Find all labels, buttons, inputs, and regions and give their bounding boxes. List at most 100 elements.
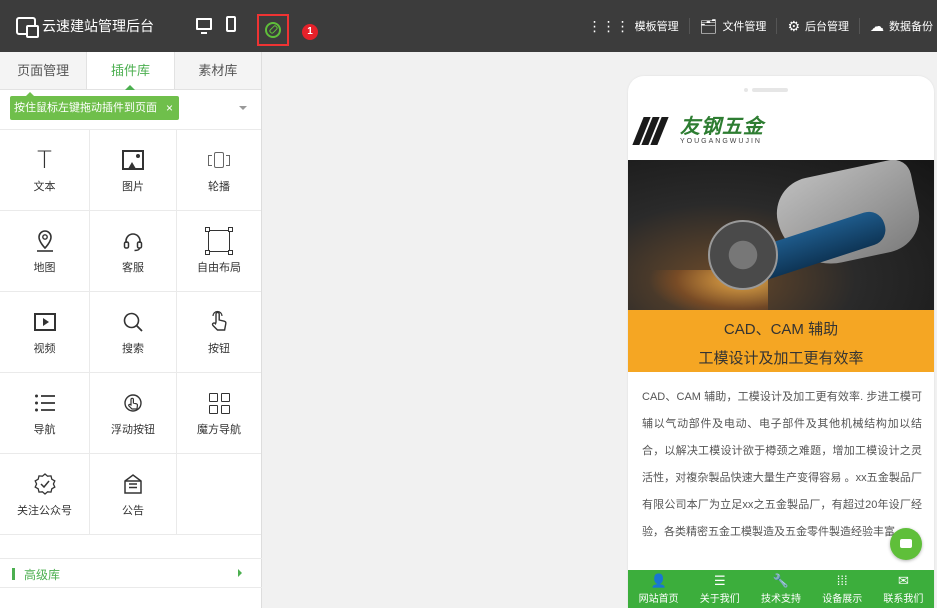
- plugin-navigation[interactable]: 导航: [0, 373, 90, 454]
- magic-nav-icon: [208, 389, 230, 417]
- plugin-filter-row: 按住鼠标左键拖动插件到页面 ×: [0, 90, 261, 130]
- tab-material-library[interactable]: 素材库: [175, 52, 261, 89]
- section-marker: [12, 568, 15, 580]
- app-brand[interactable]: 云速建站管理后台: [16, 0, 154, 52]
- headset-icon: [122, 227, 144, 255]
- free-layout-icon: [205, 227, 233, 255]
- video-icon: [33, 308, 56, 336]
- plugin-map[interactable]: 地图: [0, 211, 90, 292]
- plugin-label: 轮播: [208, 181, 230, 193]
- plugin-button[interactable]: 按钮: [177, 292, 261, 373]
- hero-image[interactable]: [628, 160, 934, 310]
- pointer-icon: [208, 308, 230, 336]
- menu-label: 后台管理: [805, 21, 849, 33]
- list-icon: ☰: [713, 573, 726, 588]
- intro-paragraph[interactable]: CAD、CAM 辅助，工模设计及加工更有效率. 步进工模可辅以气动部件及电动、电…: [642, 384, 922, 546]
- grid-icon: ⋮⋮⋮: [587, 17, 630, 34]
- plugin-label: 文本: [33, 181, 56, 193]
- menu-file-management[interactable]: 🗂 文件管理: [690, 18, 778, 34]
- menu-label: 文件管理: [722, 21, 767, 33]
- plugin-free-layout[interactable]: 自由布局: [177, 211, 261, 292]
- menu-backend-management[interactable]: ⚙ 后台管理: [777, 18, 860, 34]
- site-logo-text: 友钢五金 YOUGANGWUJIN: [680, 116, 764, 145]
- nav-label: 设备展示: [822, 594, 863, 605]
- plugin-text[interactable]: T 文本: [0, 130, 90, 211]
- banner-line-2: 工模设计及加工更有效率: [698, 350, 864, 367]
- mobile-preview: 友钢五金 YOUGANGWUJIN CAD、CAM 辅助 工模设计及加工更有效率…: [628, 76, 934, 608]
- site-logo-cn: 友钢五金: [680, 116, 764, 138]
- nav-contact[interactable]: ✉ 联系我们: [873, 570, 934, 608]
- app-logo-icon: [16, 17, 39, 38]
- plugin-grid: T 文本 图片 轮播 地图 客服 自由布局 视频 搜索 按钮 导航 浮动按钮 魔…: [0, 130, 261, 535]
- top-right-menu: ⋮⋮⋮ 模板管理 🗂 文件管理 ⚙ 后台管理 ☁ 数据备份: [578, 0, 937, 52]
- chevron-right-icon: [238, 569, 246, 577]
- carousel-icon: [208, 146, 230, 174]
- nav-about[interactable]: ☰ 关于我们: [689, 570, 750, 608]
- plugin-customer-service[interactable]: 客服: [90, 211, 177, 292]
- nav-equipment[interactable]: ⁞⁞⁞ 设备展示: [812, 570, 873, 608]
- plugin-label: 自由布局: [197, 262, 241, 274]
- panel-tabs: 页面管理 插件库 素材库: [0, 52, 261, 90]
- grid-icon: ⁞⁞⁞: [836, 573, 848, 588]
- search-icon: [122, 308, 144, 336]
- nav-label: 技术支持: [761, 594, 801, 605]
- bottom-navigation: 👤 网站首页 ☰ 关于我们 🔧 技术支持 ⁞⁞⁞ 设备展示 ✉ 联系我们: [628, 570, 934, 608]
- image-icon: [122, 146, 144, 174]
- top-bar: 云速建站管理后台 1 ⋮⋮⋮ 模板管理 🗂 文件管理 ⚙ 后台管理 ☁ 数据备份: [0, 0, 937, 52]
- link-button[interactable]: [257, 14, 289, 46]
- close-icon[interactable]: ×: [166, 96, 173, 120]
- plugin-announcement[interactable]: 公告: [90, 454, 177, 535]
- plugin-follow-account[interactable]: 关注公众号: [0, 454, 90, 535]
- desktop-view-icon[interactable]: [196, 18, 212, 34]
- tab-page-management[interactable]: 页面管理: [0, 52, 86, 89]
- plugin-search[interactable]: 搜索: [90, 292, 177, 373]
- plugin-magic-nav[interactable]: 魔方导航: [177, 373, 261, 454]
- menu-template-management[interactable]: ⋮⋮⋮ 模板管理: [578, 18, 690, 34]
- wrench-icon: 🔧: [772, 573, 790, 588]
- tab-plugin-library[interactable]: 插件库: [86, 52, 175, 90]
- menu-data-backup[interactable]: ☁ 数据备份: [860, 18, 937, 34]
- plugin-label: 关注公众号: [17, 505, 72, 517]
- badge-check-icon: [33, 470, 57, 498]
- plugin-image[interactable]: 图片: [90, 130, 177, 211]
- list-icon: [34, 389, 56, 417]
- chat-float-button[interactable]: [890, 528, 922, 560]
- plugin-label: 搜索: [122, 343, 144, 355]
- plugin-label: 视频: [33, 343, 56, 355]
- cloud-upload-icon: ☁: [870, 17, 884, 34]
- plugin-carousel[interactable]: 轮播: [177, 130, 261, 211]
- menu-label: 数据备份: [889, 21, 933, 33]
- app-title: 云速建站管理后台: [42, 18, 154, 34]
- plugin-label: 浮动按钮: [111, 424, 155, 436]
- announcement-icon: [122, 470, 144, 498]
- plugin-video[interactable]: 视频: [0, 292, 90, 373]
- file-icon: 🗂: [699, 17, 718, 34]
- floating-button-icon: [122, 389, 144, 417]
- site-logo-mark-icon: [632, 116, 672, 145]
- plugin-label: 公告: [122, 505, 144, 517]
- gear-icon: ⚙: [787, 17, 800, 34]
- plugin-label: 导航: [33, 424, 56, 436]
- chevron-down-icon[interactable]: [239, 106, 247, 114]
- feature-banner[interactable]: CAD、CAM 辅助 工模设计及加工更有效率: [628, 310, 934, 372]
- nav-label: 网站首页: [638, 594, 679, 605]
- phone-speaker: [744, 88, 788, 92]
- nav-support[interactable]: 🔧 技术支持: [750, 570, 811, 608]
- plugin-label: 图片: [122, 181, 144, 193]
- user-icon: 👤: [650, 573, 667, 588]
- notification-badge[interactable]: 1: [302, 24, 318, 40]
- plugin-empty-cell: [177, 454, 261, 535]
- plugin-panel: 页面管理 插件库 素材库 按住鼠标左键拖动插件到页面 × T 文本 图片 轮播 …: [0, 52, 262, 608]
- site-logo[interactable]: 友钢五金 YOUGANGWUJIN: [632, 116, 764, 145]
- nav-home[interactable]: 👤 网站首页: [628, 570, 689, 608]
- menu-label: 模板管理: [634, 21, 679, 33]
- nav-label: 关于我们: [699, 594, 740, 605]
- device-switcher: [196, 16, 236, 34]
- text-icon: T: [37, 146, 52, 174]
- plugin-floating-button[interactable]: 浮动按钮: [90, 373, 177, 454]
- site-logo-en: YOUGANGWUJIN: [680, 138, 762, 145]
- advanced-library-section[interactable]: 高级库: [0, 558, 262, 588]
- plugin-label: 地图: [33, 262, 56, 274]
- mobile-view-icon[interactable]: [226, 16, 236, 32]
- plugin-label: 魔方导航: [197, 424, 241, 436]
